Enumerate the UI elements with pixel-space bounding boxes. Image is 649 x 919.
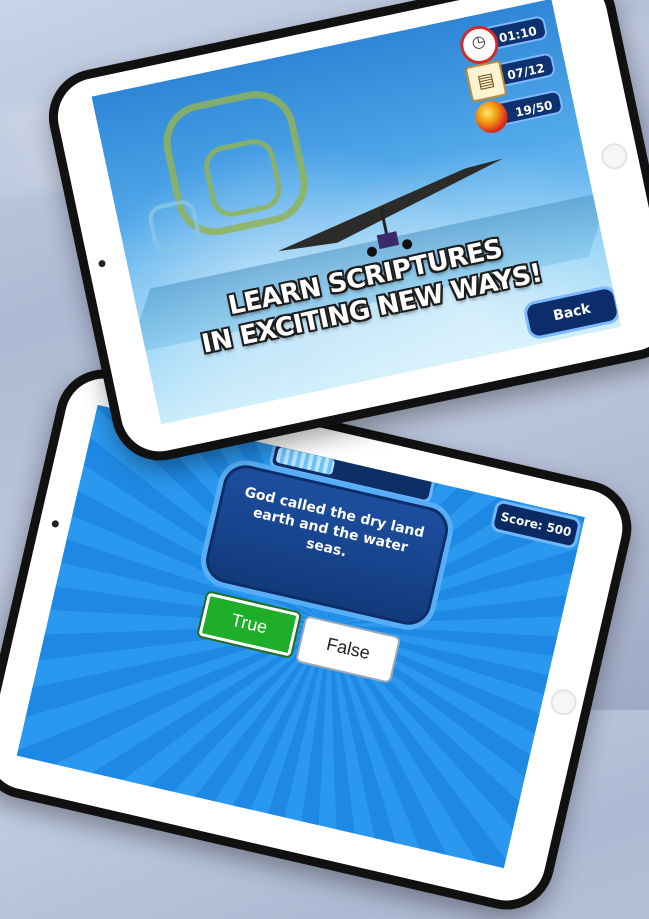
timer-display: ◷ 01:10 <box>456 14 549 68</box>
home-button[interactable] <box>598 140 630 172</box>
timer-value: 01:10 <box>497 23 539 46</box>
game-screen: ◷ 01:10 ▤ 07/12 19/50 LEARN SCRIPTURES I… <box>91 0 621 425</box>
back-button[interactable]: Back <box>522 284 621 341</box>
ball-value: 19/50 <box>513 98 554 120</box>
chapter-value: 07/12 <box>506 60 546 83</box>
camera-dot <box>97 259 107 268</box>
book-icon: ▤ <box>464 59 508 103</box>
score-badge: Score: 500 <box>489 499 583 550</box>
tablet-game: ◷ 01:10 ▤ 07/12 19/50 LEARN SCRIPTURES I… <box>40 0 649 470</box>
ball-icon <box>472 97 511 136</box>
camera-dot <box>51 519 60 529</box>
false-button[interactable]: False <box>297 617 399 682</box>
quiz-screen: Score: 500 God called the dry land earth… <box>16 404 585 869</box>
home-button[interactable] <box>548 686 580 718</box>
tablet-quiz: Score: 500 God called the dry land earth… <box>0 360 641 919</box>
question-text: God called the dry land earth and the wa… <box>243 484 426 561</box>
